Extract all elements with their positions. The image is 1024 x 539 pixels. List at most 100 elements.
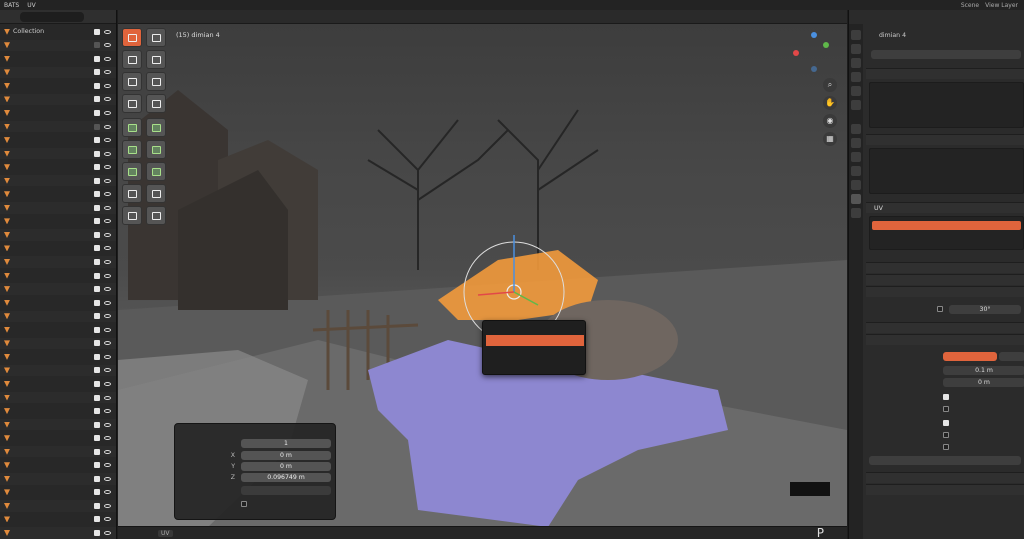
preserve-volume-checkbox[interactable] bbox=[943, 420, 949, 426]
outliner-row[interactable] bbox=[0, 473, 116, 485]
visibility-eye-icon[interactable] bbox=[104, 395, 111, 400]
exclude-checkbox[interactable] bbox=[94, 530, 100, 537]
extrude-tool-button[interactable] bbox=[122, 118, 142, 137]
exclude-checkbox[interactable] bbox=[94, 96, 100, 103]
visibility-eye-icon[interactable] bbox=[104, 124, 111, 129]
camera-icon[interactable]: ◉ bbox=[823, 114, 837, 128]
exclude-checkbox[interactable] bbox=[94, 191, 100, 198]
uv-maps-section[interactable]: UV bbox=[866, 202, 1024, 213]
outliner-row[interactable] bbox=[0, 297, 116, 308]
orientation-select[interactable] bbox=[241, 486, 331, 495]
exclude-checkbox[interactable] bbox=[94, 204, 100, 211]
exclude-checkbox[interactable] bbox=[94, 286, 100, 293]
exclude-checkbox[interactable] bbox=[94, 502, 100, 509]
outliner-row[interactable] bbox=[0, 189, 116, 200]
outliner-row[interactable] bbox=[0, 107, 116, 118]
voxel-remesh-button[interactable] bbox=[869, 456, 1021, 465]
outliner-row[interactable] bbox=[0, 283, 116, 295]
exclude-checkbox[interactable] bbox=[94, 367, 100, 374]
menu-item-by-loose-parts[interactable] bbox=[486, 359, 584, 370]
outliner-row[interactable] bbox=[0, 391, 116, 404]
exclude-checkbox[interactable] bbox=[94, 394, 100, 401]
visibility-eye-icon[interactable] bbox=[104, 300, 111, 305]
annotate-tool-button[interactable] bbox=[122, 94, 142, 113]
navigation-gizmo[interactable] bbox=[793, 32, 833, 72]
exclude-checkbox[interactable] bbox=[94, 245, 100, 252]
particles-tab-icon[interactable] bbox=[851, 152, 861, 162]
exclude-checkbox[interactable] bbox=[94, 259, 100, 266]
mesh-data-tab-icon[interactable] bbox=[851, 194, 861, 204]
visibility-eye-icon[interactable] bbox=[104, 354, 111, 359]
outliner-row[interactable] bbox=[0, 66, 116, 79]
mesh-datablock-field[interactable] bbox=[871, 50, 1021, 59]
smooth-tool-button[interactable] bbox=[146, 184, 166, 203]
visibility-eye-icon[interactable] bbox=[104, 463, 111, 468]
outliner-row[interactable] bbox=[0, 446, 116, 458]
exclude-checkbox[interactable] bbox=[94, 218, 100, 225]
visibility-eye-icon[interactable] bbox=[104, 232, 111, 237]
outliner-row[interactable] bbox=[0, 378, 116, 389]
outliner-row[interactable] bbox=[0, 527, 116, 539]
move-y-field[interactable]: 0 m bbox=[241, 462, 331, 471]
outliner-row[interactable] bbox=[0, 310, 116, 322]
select-tool-button[interactable] bbox=[122, 28, 142, 47]
view-layer-tab-icon[interactable] bbox=[851, 72, 861, 82]
outliner-row[interactable] bbox=[0, 175, 116, 187]
outliner-row[interactable] bbox=[0, 53, 116, 64]
geometry-data-section[interactable] bbox=[866, 472, 1024, 483]
exclude-checkbox[interactable] bbox=[94, 299, 100, 306]
visibility-eye-icon[interactable] bbox=[104, 83, 111, 88]
rotate-tool-button[interactable] bbox=[146, 50, 166, 69]
menu-item-selection[interactable] bbox=[486, 335, 584, 346]
exclude-checkbox[interactable] bbox=[94, 380, 100, 387]
smooth-normals-checkbox[interactable] bbox=[943, 406, 949, 412]
visibility-eye-icon[interactable] bbox=[104, 449, 111, 454]
bevel-tool-button[interactable] bbox=[122, 140, 142, 159]
custom-properties-section[interactable] bbox=[866, 484, 1024, 495]
outliner-row[interactable] bbox=[0, 256, 116, 268]
outliner-row[interactable] bbox=[0, 243, 116, 254]
exclude-checkbox[interactable] bbox=[94, 313, 100, 320]
visibility-eye-icon[interactable] bbox=[104, 260, 111, 265]
exclude-checkbox[interactable] bbox=[94, 69, 100, 76]
zoom-icon[interactable]: ⌕ bbox=[823, 78, 837, 92]
move-tool-button[interactable] bbox=[122, 50, 142, 69]
remesh-section[interactable] bbox=[866, 334, 1024, 345]
visibility-eye-icon[interactable] bbox=[104, 70, 111, 75]
3d-viewport[interactable]: (15) dimian 4 ⌕ ✋ ◉ ▦ 1 X 0 m Y 0 m Z 0.… bbox=[118, 10, 847, 527]
rip-tool-button[interactable] bbox=[146, 206, 166, 225]
move-z-field[interactable]: 0.096749 m bbox=[241, 473, 331, 482]
outliner-row[interactable] bbox=[0, 216, 116, 227]
mode-field[interactable]: 1 bbox=[241, 439, 331, 448]
visibility-eye-icon[interactable] bbox=[104, 219, 111, 224]
remesh-mode-quad-button[interactable] bbox=[999, 352, 1024, 361]
adaptivity-field[interactable]: 0 m bbox=[943, 378, 1024, 387]
visibility-eye-icon[interactable] bbox=[104, 165, 111, 170]
visibility-eye-icon[interactable] bbox=[104, 476, 111, 481]
exclude-checkbox[interactable] bbox=[94, 448, 100, 455]
exclude-checkbox[interactable] bbox=[94, 109, 100, 116]
outliner-row[interactable] bbox=[0, 500, 116, 512]
visibility-eye-icon[interactable] bbox=[104, 43, 111, 48]
visibility-eye-icon[interactable] bbox=[104, 110, 111, 115]
visibility-eye-icon[interactable] bbox=[104, 409, 111, 414]
texture-space-section[interactable] bbox=[866, 322, 1024, 333]
exclude-checkbox[interactable] bbox=[94, 42, 100, 49]
exclude-checkbox[interactable] bbox=[94, 123, 100, 130]
loop-cut-tool-button[interactable] bbox=[146, 140, 166, 159]
visibility-eye-icon[interactable] bbox=[104, 273, 111, 278]
outliner-row[interactable]: Collection bbox=[0, 26, 116, 37]
view-layer-selector[interactable]: View Layer bbox=[985, 2, 1018, 9]
normals-section[interactable] bbox=[866, 286, 1024, 297]
knife-tool-button[interactable] bbox=[122, 162, 142, 181]
grid-icon[interactable]: ▦ bbox=[823, 132, 837, 146]
spin-tool-button[interactable] bbox=[122, 184, 142, 203]
outliner-row[interactable] bbox=[0, 202, 116, 214]
world-tab-icon[interactable] bbox=[851, 100, 861, 110]
outliner-row[interactable] bbox=[0, 134, 116, 145]
auto-smooth-checkbox[interactable] bbox=[937, 306, 943, 312]
preserve-face-sets-checkbox[interactable] bbox=[943, 444, 949, 450]
preserve-paint-mask-checkbox[interactable] bbox=[943, 432, 949, 438]
visibility-eye-icon[interactable] bbox=[104, 56, 111, 61]
outliner-row[interactable] bbox=[0, 433, 116, 444]
